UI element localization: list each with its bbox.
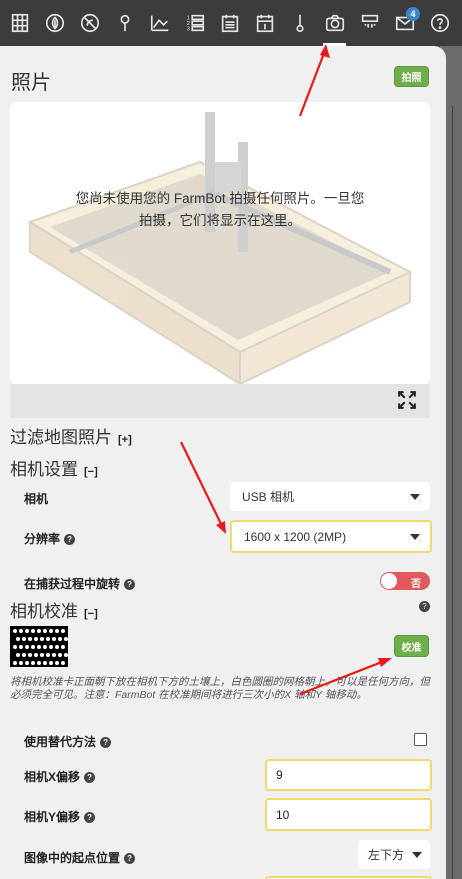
arrow-head — [216, 521, 226, 534]
arrow-to-calibrate — [299, 658, 388, 696]
annotation-arrows — [180, 44, 392, 696]
arrow-head — [378, 658, 392, 667]
arrow-to-resolution — [180, 441, 224, 529]
arrow-to-camera-tab — [298, 47, 328, 117]
arrow-head — [320, 44, 330, 58]
